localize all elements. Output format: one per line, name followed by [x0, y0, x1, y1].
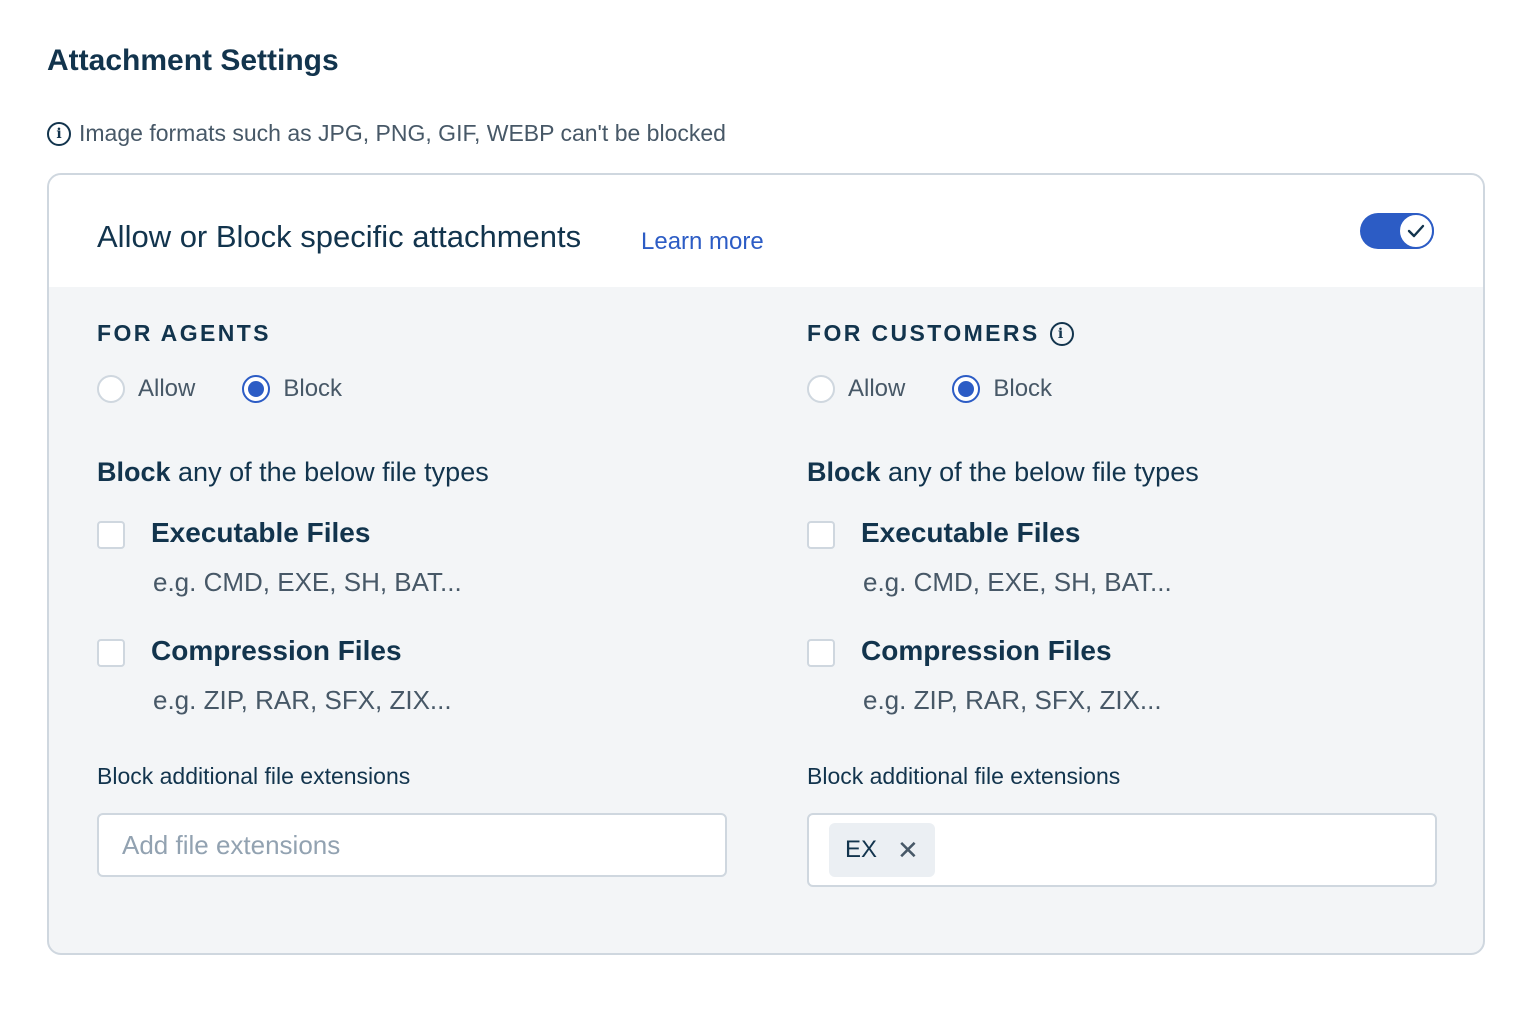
attachments-card: Allow or Block specific attachments Lear… [47, 173, 1485, 955]
customers-block-heading: Block any of the below file types [807, 457, 1199, 488]
close-icon[interactable]: ✕ [897, 837, 919, 863]
customers-executable-checkbox[interactable] [807, 521, 835, 549]
learn-more-link[interactable]: Learn more [641, 228, 764, 256]
agents-compression-title: Compression Files [151, 635, 402, 666]
agents-executable-checkbox[interactable] [97, 521, 125, 549]
agents-block-heading: Block any of the below file types [97, 457, 489, 488]
toggle-knob [1398, 213, 1434, 249]
agents-block-radio[interactable] [242, 375, 271, 403]
customers-compression-desc: e.g. ZIP, RAR, SFX, ZIX... [863, 685, 1162, 715]
customers-allow-option[interactable]: Allow [807, 375, 905, 403]
attachments-toggle[interactable] [1360, 213, 1434, 249]
agents-compression-desc: e.g. ZIP, RAR, SFX, ZIX... [153, 685, 452, 715]
customers-compression-title: Compression Files [861, 635, 1112, 666]
agents-block-label: Block [283, 375, 343, 402]
attachment-settings-page: Attachment Settings i Image formats such… [0, 0, 1536, 1018]
customers-ext-input[interactable]: EX ✕ [807, 813, 1437, 887]
agents-ext-label: Block additional file extensions [97, 763, 411, 789]
agents-executable-desc: e.g. CMD, EXE, SH, BAT... [153, 567, 462, 597]
extension-tag-label: EX [845, 836, 878, 863]
page-title: Attachment Settings [47, 44, 339, 77]
agents-ext-input[interactable] [97, 813, 727, 877]
card-title: Allow or Block specific attachments [97, 219, 582, 254]
customers-label-text: FOR CUSTOMERS [807, 320, 1040, 346]
agents-allow-option[interactable]: Allow [97, 375, 195, 403]
card-header: Allow or Block specific attachments Lear… [49, 175, 1483, 287]
extension-tag: EX ✕ [829, 823, 935, 877]
check-icon [1407, 224, 1425, 238]
customers-block-option[interactable]: Block [952, 375, 1052, 403]
customers-executable-desc: e.g. CMD, EXE, SH, BAT... [863, 567, 1172, 597]
customers-radio-group: Allow Block [807, 375, 1099, 403]
customers-executable-title: Executable Files [861, 517, 1081, 548]
customers-heading-bold: Block [807, 457, 881, 487]
info-note-text: Image formats such as JPG, PNG, GIF, WEB… [79, 120, 726, 146]
customers-block-label: Block [993, 375, 1053, 402]
info-icon: i [47, 121, 71, 146]
agents-heading-bold: Block [97, 457, 171, 487]
agents-allow-label: Allow [138, 375, 196, 402]
agents-section-label: FOR AGENTS [97, 320, 271, 347]
customers-allow-label: Allow [848, 375, 906, 402]
customers-allow-radio[interactable] [807, 375, 835, 403]
info-note: i Image formats such as JPG, PNG, GIF, W… [47, 120, 726, 147]
agents-compression-checkbox[interactable] [97, 639, 125, 667]
customers-section-label: FOR CUSTOMERS i [807, 320, 1074, 347]
agents-radio-group: Allow Block [97, 375, 389, 403]
agents-allow-radio[interactable] [97, 375, 125, 403]
customers-ext-label: Block additional file extensions [807, 763, 1121, 789]
customers-block-radio[interactable] [952, 375, 981, 403]
agents-block-option[interactable]: Block [242, 375, 342, 403]
info-icon[interactable]: i [1049, 321, 1074, 346]
agents-heading-rest: any of the below file types [170, 457, 489, 487]
customers-heading-rest: any of the below file types [880, 457, 1199, 487]
agents-label-text: FOR AGENTS [97, 320, 271, 346]
customers-compression-checkbox[interactable] [807, 639, 835, 667]
agents-executable-title: Executable Files [151, 517, 371, 548]
